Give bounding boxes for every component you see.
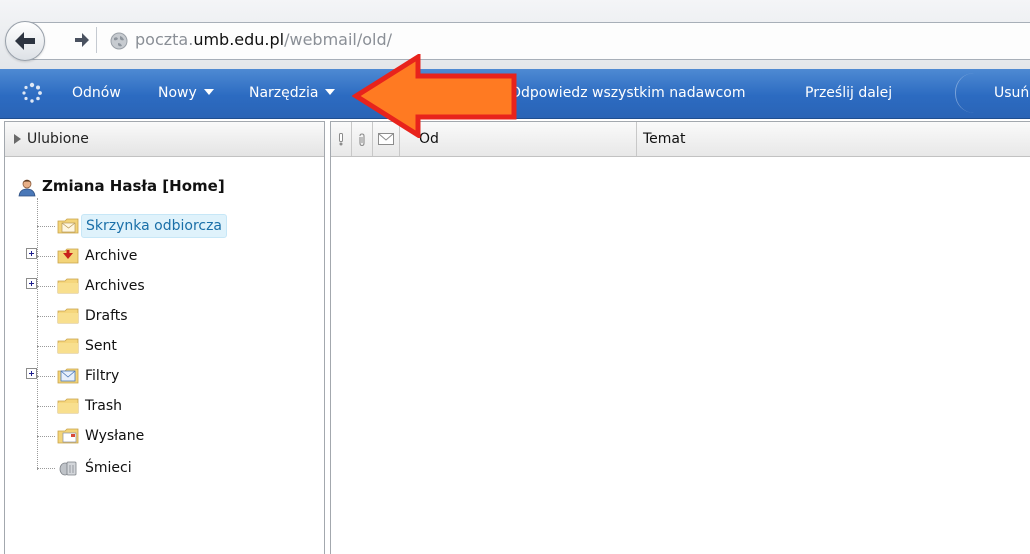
expand-triangle-icon[interactable]	[14, 134, 21, 144]
url-domain: umb.edu.pl	[193, 30, 285, 49]
folder-label: Drafts	[85, 308, 128, 324]
expand-plus-icon[interactable]	[26, 278, 37, 289]
url-text[interactable]: poczta.umb.edu.pl/webmail/old/	[135, 30, 392, 50]
tree-line	[37, 406, 55, 407]
new-menu-button[interactable]: Nowy	[158, 69, 214, 118]
message-list[interactable]: Od Temat	[330, 121, 1030, 554]
folder-label: Skrzynka odbiorcza	[81, 214, 228, 238]
expand-plus-icon[interactable]	[26, 248, 37, 259]
folder-label: Wysłane	[85, 428, 145, 444]
tree-line	[37, 226, 55, 227]
user-icon	[18, 179, 36, 197]
folder-pane: Ulubione Zmiana Hasła [Home] Skrzynka od…	[4, 121, 325, 554]
filter-folder-icon	[57, 368, 79, 384]
folder-label: Sent	[85, 338, 117, 354]
forward-message-button[interactable]: Prześlij dalej	[805, 69, 892, 118]
refresh-icon[interactable]	[21, 82, 43, 104]
tree-line	[37, 346, 55, 347]
tools-menu-label: Narzędzia	[249, 85, 319, 101]
url-path: /webmail/old/	[284, 30, 393, 49]
folder-label: Śmieci	[85, 460, 132, 476]
divider	[96, 27, 97, 53]
globe-icon[interactable]	[110, 32, 128, 50]
favorites-label: Ulubione	[27, 131, 89, 147]
account-name[interactable]: Zmiana Hasła [Home]	[42, 177, 225, 195]
folder-icon	[57, 338, 79, 354]
inbox-folder-icon	[57, 218, 79, 234]
reply-all-button[interactable]: Odpowiedz wszystkim nadawcom	[510, 69, 746, 118]
folder-label: Trash	[85, 398, 122, 414]
sent-folder-icon	[57, 428, 79, 444]
junk-bin-icon	[59, 461, 77, 476]
folder-label: Filtry	[85, 368, 120, 384]
tree-line	[37, 286, 55, 287]
back-button[interactable]	[5, 21, 45, 61]
expand-plus-icon[interactable]	[26, 368, 37, 379]
chevron-down-icon	[325, 89, 336, 95]
back-arrow-icon	[15, 32, 35, 50]
folder-label: Archives	[85, 278, 145, 294]
chevron-down-icon	[203, 89, 214, 95]
toolbar-divider	[955, 73, 974, 113]
delete-button[interactable]: Usuń	[994, 69, 1029, 118]
folder-label: Archive	[85, 248, 138, 264]
column-subject[interactable]: Temat	[637, 122, 1030, 156]
forward-button[interactable]	[70, 27, 94, 53]
tree-line	[37, 198, 38, 470]
tree-line	[37, 256, 55, 257]
folder-icon	[57, 278, 79, 294]
tree-line	[37, 468, 55, 469]
refresh-button[interactable]: Odnów	[72, 69, 121, 118]
annotation-arrow-icon	[352, 54, 517, 138]
archive-folder-icon	[57, 248, 79, 264]
url-prefix: poczta.	[135, 30, 194, 49]
tree-line	[37, 436, 55, 437]
new-menu-label: Nowy	[158, 85, 197, 101]
tools-menu-button[interactable]: Narzędzia	[249, 69, 336, 118]
tree-line	[37, 316, 55, 317]
tree-line	[37, 376, 55, 377]
folder-icon	[57, 398, 79, 414]
forward-arrow-icon	[75, 33, 89, 47]
importance-icon	[339, 133, 343, 146]
column-importance[interactable]	[331, 122, 352, 156]
column-subject-label: Temat	[643, 131, 686, 147]
folder-icon	[57, 308, 79, 324]
favorites-header[interactable]: Ulubione	[5, 122, 324, 157]
